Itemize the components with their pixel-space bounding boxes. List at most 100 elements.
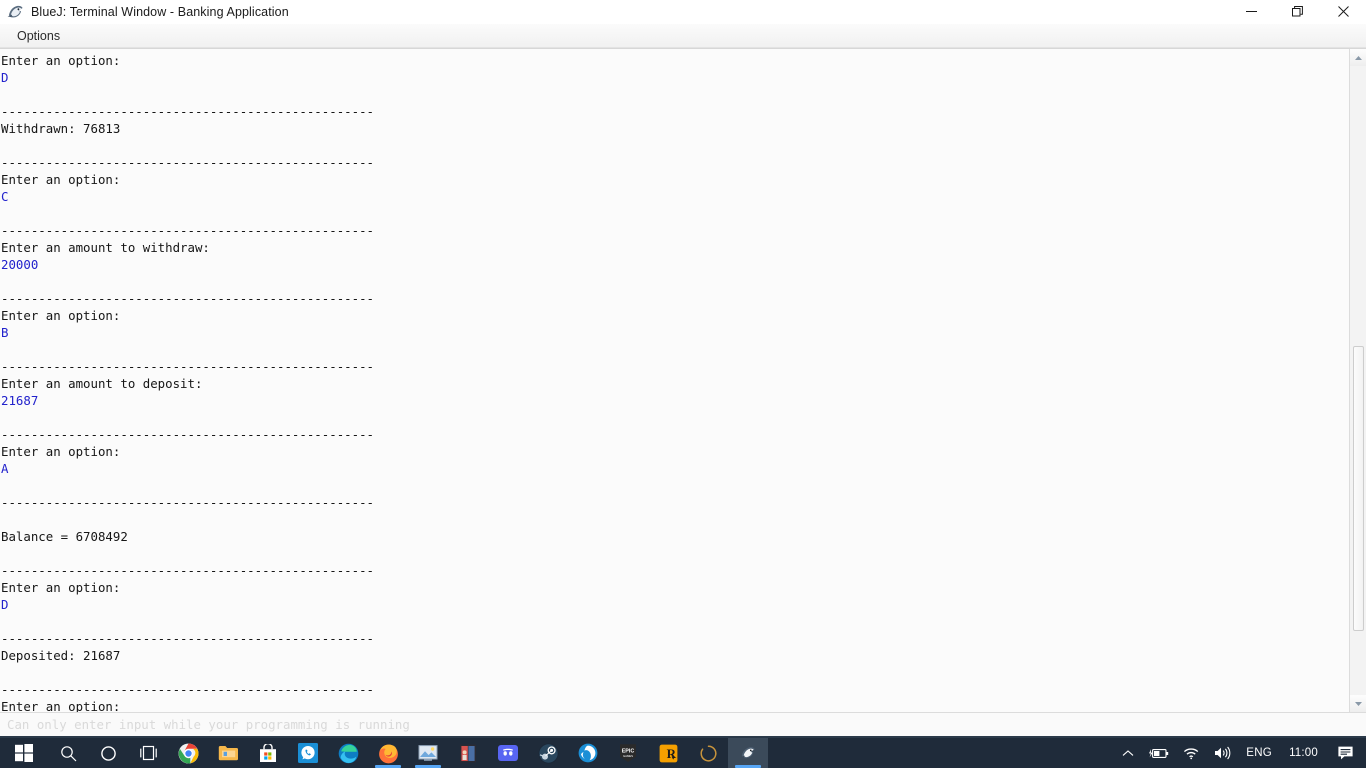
scroll-down-arrow[interactable] bbox=[1350, 695, 1366, 712]
scroll-thumb[interactable] bbox=[1353, 346, 1364, 631]
svg-text:R: R bbox=[666, 746, 676, 761]
taskbar-edge[interactable] bbox=[328, 738, 368, 768]
terminal-output-area[interactable]: Enter an option: D ----------------------… bbox=[0, 49, 1349, 712]
terminal-input-line: D bbox=[1, 70, 9, 85]
terminal-output-line: Enter an option: bbox=[1, 53, 121, 68]
terminal-input-line: B bbox=[1, 325, 9, 340]
tray-volume[interactable] bbox=[1207, 738, 1238, 768]
tray-wifi[interactable] bbox=[1176, 738, 1207, 768]
start-button[interactable] bbox=[0, 738, 48, 768]
taskbar-cortana[interactable] bbox=[88, 738, 128, 768]
bluej-icon bbox=[5, 3, 27, 21]
scrollbar-track[interactable] bbox=[1350, 66, 1366, 695]
menu-item-options[interactable]: Options bbox=[7, 25, 70, 47]
taskbar-file-explorer[interactable] bbox=[208, 738, 248, 768]
terminal-output-line: Balance = 6708492 bbox=[1, 529, 128, 544]
terminal-input-line: A bbox=[1, 461, 9, 476]
taskbar-whatsapp[interactable] bbox=[288, 738, 328, 768]
minimize-button[interactable] bbox=[1228, 0, 1274, 24]
battery-charging-icon bbox=[1149, 748, 1169, 758]
close-button[interactable] bbox=[1320, 0, 1366, 24]
edge-icon bbox=[338, 743, 358, 763]
terminal-output-line: Enter an option: bbox=[1, 699, 121, 712]
taskbar-bluej[interactable] bbox=[728, 738, 768, 768]
tray-chevron-up[interactable] bbox=[1115, 738, 1141, 768]
svg-text:GAMES: GAMES bbox=[623, 754, 633, 758]
windows-taskbar: EPIC GAMES R ENG 11:00 bbox=[0, 738, 1366, 768]
terminal-input-line: 20000 bbox=[1, 257, 39, 272]
scroll-up-arrow[interactable] bbox=[1350, 49, 1366, 66]
volume-icon bbox=[1215, 746, 1231, 760]
epic-games-icon: EPIC GAMES bbox=[620, 744, 636, 762]
taskbar-media[interactable] bbox=[448, 738, 488, 768]
taskbar-steam[interactable] bbox=[528, 738, 568, 768]
desktop-root: BlueJ: Terminal Window - Banking Applica… bbox=[0, 0, 1366, 768]
terminal-output-line: ----------------------------------------… bbox=[1, 104, 374, 119]
ubisoft-icon bbox=[578, 743, 598, 763]
terminal-output-line: ----------------------------------------… bbox=[1, 291, 374, 306]
tray-battery[interactable] bbox=[1141, 738, 1176, 768]
whatsapp-icon bbox=[298, 743, 318, 763]
system-tray: ENG 11:00 bbox=[1115, 738, 1366, 768]
window-title-text: BlueJ: Terminal Window - Banking Applica… bbox=[31, 4, 289, 19]
taskbar-firefox[interactable] bbox=[368, 738, 408, 768]
taskbar-photos[interactable] bbox=[408, 738, 448, 768]
rockstar-icon: R bbox=[659, 744, 677, 762]
terminal-output-line: ----------------------------------------… bbox=[1, 427, 374, 442]
terminal-input-line: D bbox=[1, 597, 9, 612]
tray-notifications[interactable] bbox=[1327, 738, 1364, 768]
taskbar-epic-games[interactable]: EPIC GAMES bbox=[608, 738, 648, 768]
terminal-input-line: C bbox=[1, 189, 9, 204]
firefox-icon bbox=[378, 744, 398, 763]
store-bag-icon bbox=[260, 743, 276, 762]
wifi-icon bbox=[1184, 747, 1199, 759]
terminal-output-line: ----------------------------------------… bbox=[1, 682, 374, 697]
terminal-output-line: ----------------------------------------… bbox=[1, 359, 374, 374]
taskbar-search[interactable] bbox=[48, 738, 88, 768]
taskbar-task-view[interactable] bbox=[128, 738, 168, 768]
notifications-icon bbox=[1338, 746, 1353, 760]
terminal-output-line: ----------------------------------------… bbox=[1, 495, 374, 510]
steam-icon bbox=[538, 743, 558, 763]
terminal-output-line: Enter an option: bbox=[1, 172, 121, 187]
taskbar-ubisoft[interactable] bbox=[568, 738, 608, 768]
terminal-output-line: ----------------------------------------… bbox=[1, 631, 374, 646]
terminal-output-line: ----------------------------------------… bbox=[1, 563, 374, 578]
discord-icon bbox=[498, 745, 518, 761]
status-message: Can only enter input while your programm… bbox=[7, 717, 410, 732]
taskbar-discord[interactable] bbox=[488, 738, 528, 768]
cortana-circle-icon bbox=[100, 745, 116, 761]
status-bar: Can only enter input while your programm… bbox=[0, 712, 1366, 738]
vertical-scrollbar[interactable] bbox=[1349, 49, 1366, 712]
terminal-output-line: Enter an amount to deposit: bbox=[1, 376, 203, 391]
chrome-icon bbox=[178, 743, 198, 763]
tray-language[interactable]: ENG bbox=[1238, 738, 1280, 768]
terminal-output-line: Enter an option: bbox=[1, 580, 121, 595]
window-title-bar[interactable]: BlueJ: Terminal Window - Banking Applica… bbox=[0, 0, 1366, 24]
terminal-output-line: ----------------------------------------… bbox=[1, 155, 374, 170]
taskbar-rockstar[interactable]: R bbox=[648, 738, 688, 768]
tray-clock[interactable]: 11:00 bbox=[1280, 738, 1327, 768]
terminal-output-line: Withdrawn: 76813 bbox=[1, 121, 121, 136]
folder-icon bbox=[218, 746, 238, 761]
taskbar-chrome[interactable] bbox=[168, 738, 208, 768]
terminal-output-line: Deposited: 21687 bbox=[1, 648, 121, 663]
restore-button[interactable] bbox=[1274, 0, 1320, 24]
task-view-icon bbox=[139, 745, 157, 761]
search-icon bbox=[60, 745, 76, 761]
loading-circle-icon bbox=[699, 744, 717, 761]
bluej-icon bbox=[739, 747, 755, 759]
terminal-output-line: Enter an amount to withdraw: bbox=[1, 240, 210, 255]
taskbar-microsoft-store[interactable] bbox=[248, 738, 288, 768]
taskbar-loading[interactable] bbox=[688, 738, 728, 768]
terminal-input-line: 21687 bbox=[1, 393, 39, 408]
